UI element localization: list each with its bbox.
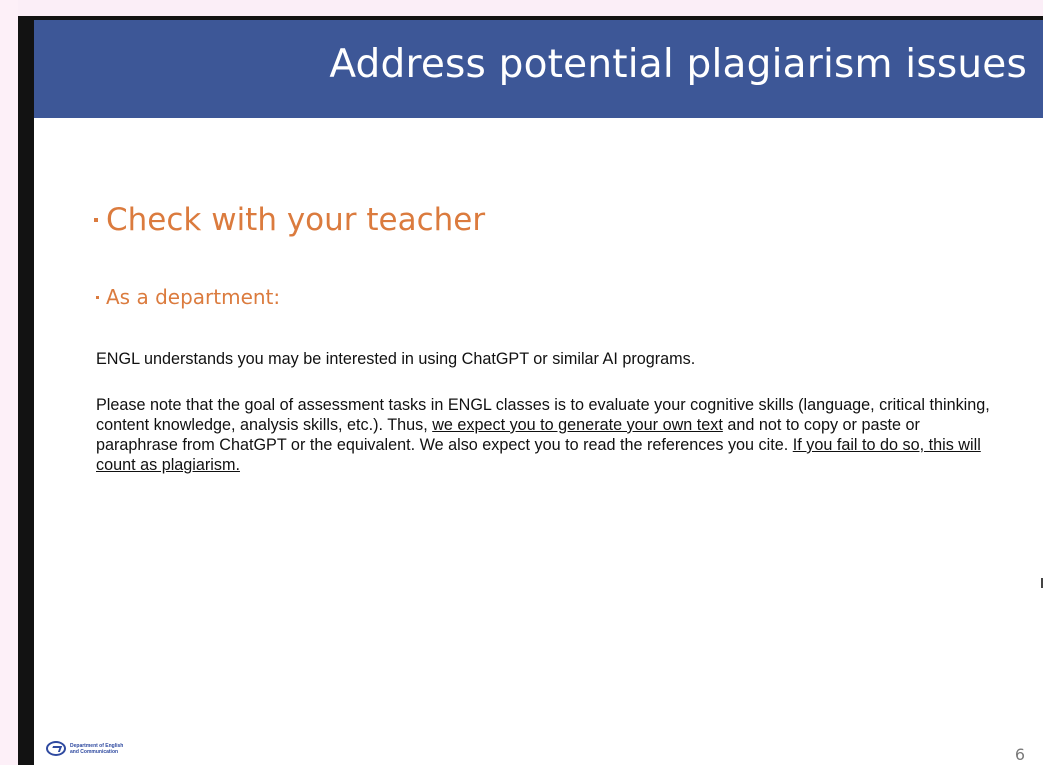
bullet-icon [96,296,99,299]
slide-header: Address potential plagiarism issues [34,20,1043,118]
policy-underlined-generate: we expect you to generate your own text [432,416,723,434]
bullet-level1: Check with your teacher [94,202,485,238]
paragraph-policy: Please note that the goal of assessment … [96,395,996,475]
bullet-icon [94,217,98,222]
department-logo: Department of English and Communication [46,741,123,756]
logo-line2: and Communication [70,748,119,755]
bullet-level1-text: Check with your teacher [106,202,486,238]
page-number: 6 [1014,745,1025,764]
slide: Address potential plagiarism issues Chec… [34,20,1043,765]
bullet-level2-text: As a department: [106,285,281,309]
logo-text: Department of English and Communication [70,743,123,755]
left-margin [0,0,18,765]
bullet-level2: As a department: [96,285,280,309]
slide-title: Address potential plagiarism issues [329,42,1027,87]
logo-icon [46,741,66,756]
logo-line1: Department of English [70,742,124,749]
paragraph-intro: ENGL understands you may be interested i… [96,350,696,368]
